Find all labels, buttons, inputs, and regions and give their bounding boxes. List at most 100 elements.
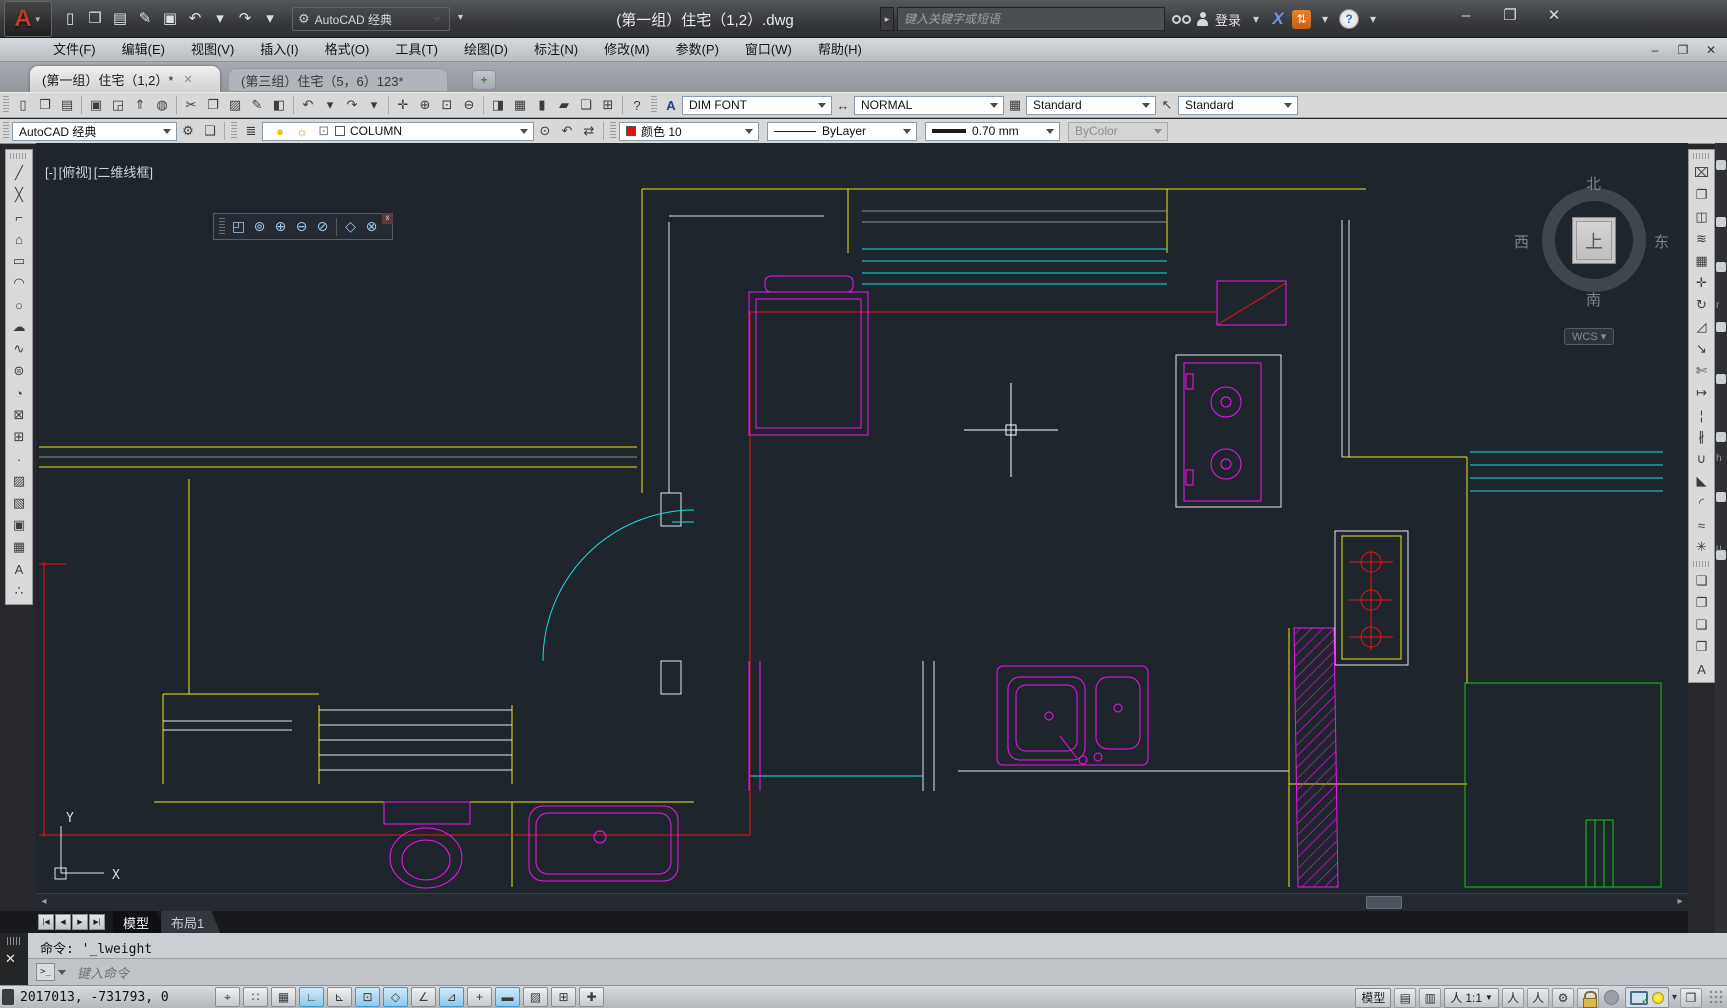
zoom-realtime-icon[interactable]: ⊕	[414, 95, 436, 116]
resize-grip-icon[interactable]	[1709, 990, 1725, 1006]
close-icon[interactable]: x	[382, 213, 393, 224]
sheet-set-manager-icon[interactable]: ▰	[553, 95, 575, 116]
tab-model[interactable]: 模型	[113, 911, 165, 933]
palette-icon[interactable]	[1716, 262, 1726, 272]
workspace-combo[interactable]: AutoCAD 经典	[12, 122, 177, 141]
redo-icon[interactable]: ↷	[341, 95, 363, 116]
send-under-objects-icon[interactable]: ❒	[1691, 636, 1713, 658]
ellipse-icon[interactable]: ⊜	[8, 360, 30, 382]
text-to-front-icon[interactable]: A	[1691, 658, 1713, 680]
transparency-icon[interactable]: ▨	[523, 987, 548, 1007]
view-off-icon[interactable]: ⊘	[312, 216, 333, 237]
layer-combo[interactable]: ●☼⊡ COLUMN	[262, 122, 534, 141]
menu-10[interactable]: 窗口(W)	[732, 38, 805, 61]
status-app-icon[interactable]	[2, 989, 14, 1005]
signin-button[interactable]: 登录	[1215, 10, 1241, 29]
zoom-previous-icon[interactable]: ⊖	[458, 95, 480, 116]
palette-icon[interactable]	[1716, 492, 1726, 502]
dim-style-combo[interactable]: NORMAL	[854, 96, 1004, 115]
undo-dropdown-icon[interactable]: ▾	[208, 6, 232, 30]
file-tab-inactive[interactable]: (第三组）住宅（5，6）123*	[228, 68, 448, 92]
compass-west[interactable]: 西	[1514, 231, 1529, 252]
break-icon[interactable]: ∦	[1691, 426, 1713, 448]
infer-constraints-icon[interactable]: ⌖	[215, 987, 240, 1007]
undo-icon[interactable]: ↶	[297, 95, 319, 116]
revision-cloud-icon[interactable]: ☁	[8, 316, 30, 338]
polyline-icon[interactable]: ⌐	[8, 206, 30, 228]
line-icon[interactable]: ╱	[8, 162, 30, 184]
layer-lock-icon[interactable]: ⊡	[313, 121, 335, 142]
workspace-switching-icon[interactable]: ⚙	[1552, 988, 1574, 1008]
prev-tab-icon[interactable]: ◀	[55, 914, 71, 930]
workspace-settings-icon[interactable]: ⚙	[177, 121, 199, 142]
viewcube-top-face[interactable]: 上	[1572, 217, 1616, 264]
toolbar-grip[interactable]	[651, 96, 657, 114]
plot-icon[interactable]: ▣	[85, 95, 107, 116]
chamfer-icon[interactable]: ◣	[1691, 470, 1713, 492]
search-binoculars-icon[interactable]	[1168, 7, 1194, 31]
copy-clip-icon[interactable]: ❐	[202, 95, 224, 116]
menu-2[interactable]: 视图(V)	[178, 38, 247, 61]
multiline-text-icon[interactable]: A	[8, 558, 30, 580]
compass-east[interactable]: 东	[1654, 231, 1669, 252]
dynamic-input-icon[interactable]: +	[467, 987, 492, 1007]
paste-icon[interactable]: ▨	[224, 95, 246, 116]
view-remove-icon[interactable]: ⊖	[291, 216, 312, 237]
trim-icon[interactable]: ✄	[1691, 360, 1713, 382]
blend-curves-icon[interactable]: ≈	[1691, 514, 1713, 536]
layer-freeze-sun-icon[interactable]: ☼	[291, 121, 313, 142]
publish-icon[interactable]: ⇑	[129, 95, 151, 116]
file-tab-active[interactable]: (第一组）住宅（1,2）* ✕	[30, 66, 220, 92]
view-cube-icon[interactable]: ◇	[340, 216, 361, 237]
arc-icon[interactable]: ◠	[8, 272, 30, 294]
plot-icon[interactable]: ▣	[158, 6, 182, 30]
text-style-combo[interactable]: DIM FONT	[682, 96, 832, 115]
offset-icon[interactable]: ≋	[1691, 228, 1713, 250]
region-icon[interactable]: ▣	[8, 514, 30, 536]
toolbar-grip[interactable]	[3, 96, 9, 114]
command-input[interactable]: 键入命令	[77, 963, 129, 982]
break-at-point-icon[interactable]: ¦	[1691, 404, 1713, 426]
array-icon[interactable]: ▦	[1691, 250, 1713, 272]
color-combo[interactable]: 颜色 10	[619, 122, 759, 141]
explode-icon[interactable]: ✳	[1691, 536, 1713, 558]
redo-dropdown-icon[interactable]: ▾	[258, 6, 282, 30]
table-style-combo[interactable]: Standard	[1026, 96, 1156, 115]
fillet-icon[interactable]: ◜	[1691, 492, 1713, 514]
menu-7[interactable]: 标注(N)	[521, 38, 591, 61]
snap-mode-icon[interactable]: ∷	[243, 987, 268, 1007]
recent-commands-icon[interactable]	[58, 970, 66, 975]
circle-icon[interactable]: ○	[8, 294, 30, 316]
undo-dropdown-icon[interactable]: ▾	[319, 95, 341, 116]
join-icon[interactable]: ∪	[1691, 448, 1713, 470]
view-add-icon[interactable]: ⊕	[270, 216, 291, 237]
first-tab-icon[interactable]: |◀	[38, 914, 54, 930]
copy-icon[interactable]: ❐	[1691, 184, 1713, 206]
search-go-button[interactable]: ▸	[880, 7, 894, 31]
drag-grip-icon[interactable]	[7, 937, 21, 945]
view-delete-icon[interactable]: ⊗	[361, 216, 382, 237]
palette-icon[interactable]	[1716, 160, 1726, 170]
status-overflow-icon[interactable]: ▾	[1672, 992, 1677, 1003]
point-icon[interactable]: ∙	[8, 448, 30, 470]
menu-8[interactable]: 修改(M)	[591, 38, 663, 61]
command-window-titlebar[interactable]: ✕	[0, 933, 28, 985]
palette-icon[interactable]	[1716, 374, 1726, 384]
rotate-icon[interactable]: ↻	[1691, 294, 1713, 316]
menu-4[interactable]: 格式(O)	[312, 38, 383, 61]
toolbar-lock-icon[interactable]	[1577, 988, 1599, 1008]
isolate-objects-icon[interactable]	[1652, 992, 1664, 1004]
help-dropdown-icon[interactable]: ▾	[1365, 9, 1381, 29]
layer-properties-icon[interactable]: ≣	[240, 121, 262, 142]
window-maximize-icon[interactable]: ❐	[1496, 4, 1524, 26]
application-menu-button[interactable]: A ▼	[4, 1, 52, 37]
lineweight-display-icon[interactable]: ▬	[495, 987, 520, 1007]
send-to-back-icon[interactable]: ❐	[1691, 592, 1713, 614]
window-close-icon[interactable]: ✕	[1540, 4, 1568, 26]
bring-above-objects-icon[interactable]: ❑	[1691, 614, 1713, 636]
palette-icon[interactable]	[1716, 322, 1726, 332]
undo-icon[interactable]: ↶	[183, 6, 207, 30]
new-icon[interactable]: ▯	[12, 95, 34, 116]
markup-set-manager-icon[interactable]: ❏	[575, 95, 597, 116]
toolbar-grip[interactable]	[1693, 153, 1711, 159]
